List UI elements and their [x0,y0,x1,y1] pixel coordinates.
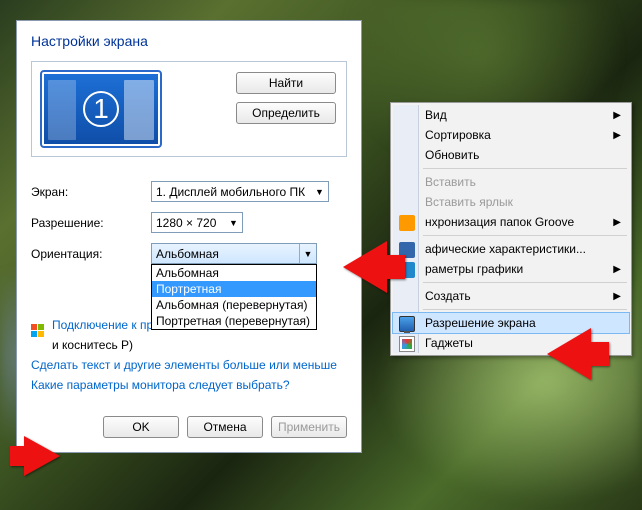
menu-item-refresh[interactable]: Обновить [393,145,629,165]
menu-separator [423,168,627,169]
menu-item-groove-sync[interactable]: нхронизация папок Groove▶ [393,212,629,232]
windows-logo-icon [31,324,46,339]
monitor-icon [399,316,415,332]
monitor-number-badge: 1 [83,91,119,127]
text-size-link[interactable]: Сделать текст и другие элементы больше и… [31,358,347,372]
menu-item-sort[interactable]: Сортировка▶ [393,125,629,145]
resolution-combobox[interactable]: 1280 × 720 ▼ [151,212,243,233]
display-value: 1. Дисплей мобильного ПК [156,185,305,199]
menu-item-view[interactable]: Вид▶ [393,105,629,125]
cancel-button[interactable]: Отмена [187,416,263,438]
identify-button[interactable]: Определить [236,102,336,124]
submenu-arrow-icon: ▶ [613,217,621,228]
detect-button[interactable]: Найти [236,72,336,94]
menu-item-screen-resolution[interactable]: Разрешение экрана [393,313,629,333]
submenu-arrow-icon: ▶ [613,110,621,121]
menu-separator [423,235,627,236]
menu-separator [423,309,627,310]
apply-button[interactable]: Применить [271,416,347,438]
submenu-arrow-icon: ▶ [613,264,621,275]
monitor-preview-frame: 1 Найти Определить [31,61,347,157]
submenu-arrow-icon: ▶ [613,291,621,302]
orientation-option[interactable]: Альбомная (перевернутая) [152,297,316,313]
ok-button[interactable]: OK [103,416,179,438]
chevron-down-icon: ▼ [225,213,242,232]
orientation-combobox[interactable]: Альбомная ▼ [151,243,317,264]
chevron-down-icon: ▼ [311,182,328,201]
resolution-value: 1280 × 720 [156,216,216,230]
red-arrow-annotation [343,241,387,293]
monitor-params-link[interactable]: Какие параметры монитора следует выбрать… [31,378,347,392]
menu-separator [423,282,627,283]
display-combobox[interactable]: 1. Дисплей мобильного ПК ▼ [151,181,329,202]
chevron-down-icon: ▼ [299,244,316,263]
orientation-dropdown-list[interactable]: АльбомнаяПортретнаяАльбомная (перевернут… [151,264,317,330]
dialog-title: Настройки экрана [17,21,361,55]
menu-item-create[interactable]: Создать▶ [393,286,629,306]
groove-icon [399,215,415,231]
red-arrow-annotation [547,328,591,380]
screen-settings-dialog: Настройки экрана 1 Найти Определить Экра… [16,20,362,453]
desktop-context-menu: Вид▶ Сортировка▶ Обновить Вставить Встав… [390,102,632,356]
orientation-option[interactable]: Портретная [152,281,316,297]
submenu-arrow-icon: ▶ [613,130,621,141]
orientation-value: Альбомная [156,247,219,261]
orientation-option[interactable]: Портретная (перевернутая) [152,313,316,329]
gadget-icon [399,336,415,352]
orientation-option[interactable]: Альбомная [152,265,316,281]
display-label: Экран: [31,185,151,199]
resolution-label: Разрешение: [31,216,151,230]
red-arrow-annotation [24,436,60,476]
projector-subtext: и коснитесь P) [52,338,133,352]
orientation-label: Ориентация: [31,247,151,261]
menu-item-graphics-params[interactable]: раметры графики▶ [393,259,629,279]
menu-item-paste-shortcut: Вставить ярлык [393,192,629,212]
menu-item-paste: Вставить [393,172,629,192]
menu-item-graphics-props[interactable]: афические характеристики... [393,239,629,259]
monitor-thumbnail[interactable]: 1 [42,72,160,146]
